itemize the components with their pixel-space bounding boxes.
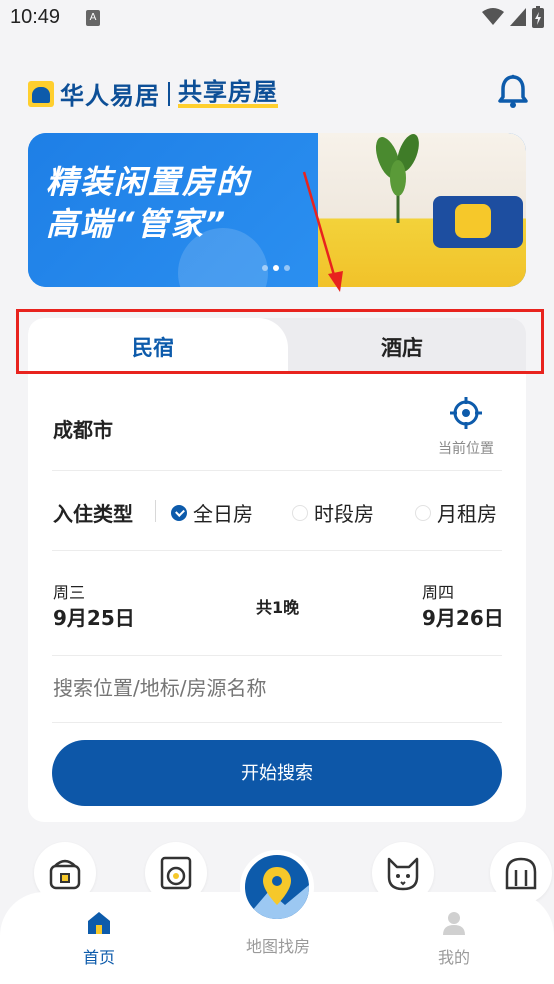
pet-icon: [387, 857, 419, 891]
option-label: 月租房: [437, 502, 497, 526]
app-header: 华人易居 共享房屋: [0, 70, 554, 116]
option-monthly[interactable]: 月租房: [415, 498, 497, 527]
brand-logo: 华人易居 共享房屋: [28, 76, 278, 111]
wifi-icon: [482, 8, 504, 25]
status-bar: 10:49 A: [0, 0, 554, 38]
radio-icon: [415, 504, 431, 521]
divider: [52, 655, 502, 656]
annotation-arrow: [302, 171, 343, 292]
battery-icon: [532, 6, 544, 28]
checkout-weekday[interactable]: 周四: [422, 579, 454, 603]
divider: [52, 470, 502, 471]
banner-title-line1: 精装闲置房的: [46, 163, 251, 201]
locate-icon: [450, 397, 482, 429]
current-location-button[interactable]: 当前位置: [434, 396, 498, 458]
pillow-decoration: [433, 196, 523, 248]
banner-dot-active: [273, 265, 279, 271]
user-icon: [443, 912, 465, 935]
tunnel-icon: [505, 857, 537, 890]
logo-divider: [168, 81, 170, 106]
radio-icon: [292, 504, 308, 521]
banner-pagination: [262, 265, 290, 271]
nav-home-label: 首页: [82, 948, 115, 967]
promo-banner[interactable]: 精装闲置房的 高端“管家”: [28, 133, 526, 287]
notification-icon: A: [86, 10, 100, 26]
start-search-button[interactable]: 开始搜索: [52, 740, 502, 806]
signal-icon: [510, 8, 526, 26]
locate-label: 当前位置: [438, 441, 494, 457]
option-hourly[interactable]: 时段房: [292, 498, 374, 527]
banner-dot: [284, 265, 290, 271]
washing-machine-icon: [160, 856, 192, 890]
bell-icon[interactable]: [498, 74, 528, 110]
checkin-weekday[interactable]: 周三: [53, 579, 85, 603]
divider: [52, 550, 502, 551]
banner-title-line2: 高端“管家”: [46, 205, 228, 243]
search-card: 成都市 当前位置 入住类型 全日房 时段房 月租房 周三 9月25日 共1晚 周…: [28, 374, 526, 822]
logo-icon: [28, 80, 54, 107]
banner-title: 精装闲置房的 高端“管家”: [46, 161, 250, 245]
checkout-date[interactable]: 9月26日: [422, 602, 504, 631]
map-search-button[interactable]: [240, 850, 314, 924]
city-selector[interactable]: 成都市: [53, 414, 113, 443]
option-full-day[interactable]: 全日房: [171, 498, 253, 527]
banner-dot: [262, 265, 268, 271]
option-label: 时段房: [314, 502, 374, 526]
map-search-label: 地图找房: [245, 937, 310, 956]
nights-count: 共1晚: [256, 598, 300, 617]
system-icons: [482, 6, 544, 28]
home-icon: [88, 912, 110, 934]
nav-home[interactable]: 首页: [59, 910, 139, 968]
checkin-date[interactable]: 9月25日: [53, 602, 135, 631]
map-pin-icon: [245, 867, 309, 919]
search-input[interactable]: [53, 676, 503, 700]
rice-cooker-icon: [49, 859, 81, 890]
divider: [52, 722, 502, 723]
logo-text: 华人易居: [60, 82, 160, 110]
checked-radio-icon: [171, 504, 187, 521]
divider: [155, 500, 156, 522]
nav-profile-label: 我的: [437, 948, 470, 967]
nav-profile[interactable]: 我的: [414, 910, 494, 968]
plant-decoration: [375, 133, 419, 223]
highlight-frame: [16, 309, 544, 374]
logo-subtitle: 共享房屋: [178, 77, 278, 108]
stay-type-label: 入住类型: [53, 502, 133, 526]
option-label: 全日房: [193, 502, 253, 526]
status-time: 10:49: [10, 6, 61, 28]
